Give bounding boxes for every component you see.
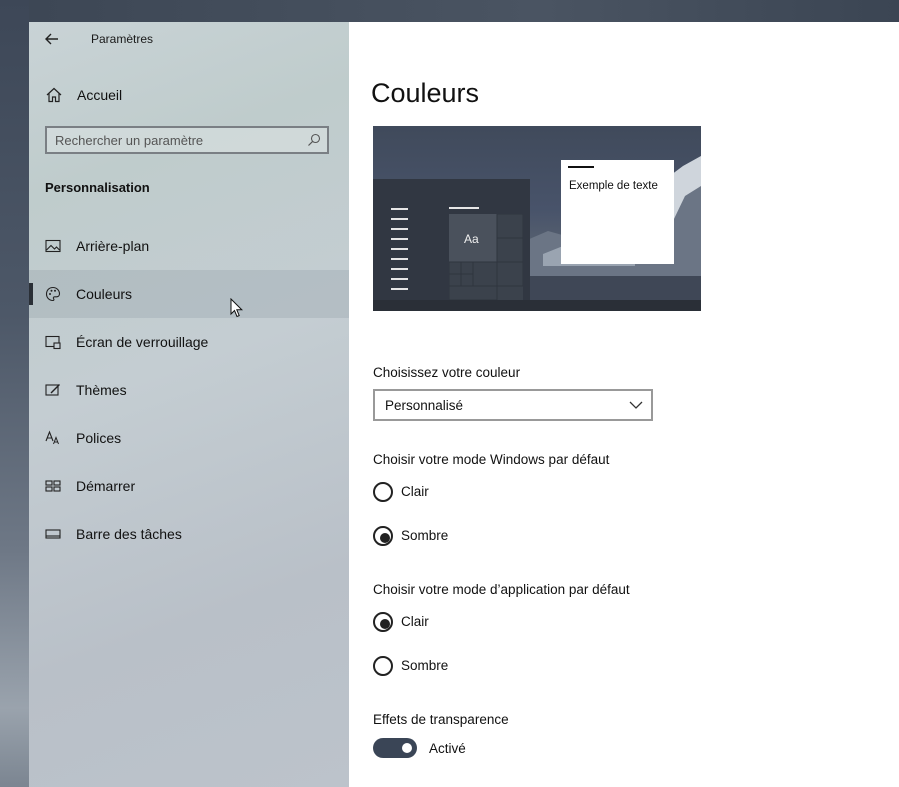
search-box: [45, 126, 329, 154]
theme-preview: Aa Exemple de texte: [373, 126, 701, 311]
app-title: Paramètres: [91, 32, 154, 46]
sidebar-item-label: Couleurs: [76, 286, 133, 302]
color-choice-dropdown[interactable]: Personnalisé: [373, 389, 653, 421]
sidebar-item-label: Polices: [76, 430, 122, 446]
sidebar-item-themes[interactable]: Thèmes: [29, 366, 349, 414]
desktop-background-left: [0, 0, 29, 787]
transparency-label: Effets de transparence: [373, 712, 509, 727]
sidebar-item-background[interactable]: Arrière-plan: [29, 222, 349, 270]
preview-tile-header: [449, 207, 479, 209]
themes-icon: [45, 384, 60, 396]
app-mode-dark-radio[interactable]: Sombre: [373, 656, 593, 680]
radio-label: Clair: [401, 614, 429, 629]
settings-window: Paramètres Accueil Personnalisation Arr: [29, 22, 899, 787]
chevron-down-icon: [629, 401, 643, 409]
preview-menu-lines: [391, 208, 408, 298]
taskbar-icon: [45, 529, 61, 539]
radio-circle: [373, 482, 393, 502]
app-mode-label: Choisir votre mode d’application par déf…: [373, 582, 630, 597]
home-label: Accueil: [77, 87, 123, 103]
desktop-background-top: [0, 0, 899, 22]
app-mode-light-radio[interactable]: Clair: [373, 612, 593, 636]
radio-circle: [373, 612, 393, 632]
preview-window-titlebar: [568, 166, 594, 168]
dropdown-value: Personnalisé: [385, 398, 464, 413]
search-input[interactable]: [55, 131, 295, 149]
titlebar: Paramètres: [29, 22, 349, 54]
start-icon: [45, 480, 61, 492]
sidebar-item-fonts[interactable]: Polices: [29, 414, 349, 462]
radio-label: Sombre: [401, 528, 449, 543]
home-icon: [46, 87, 62, 103]
sidebar-item-colors[interactable]: Couleurs: [29, 270, 349, 318]
section-label: Personnalisation: [45, 180, 150, 195]
preview-window: Exemple de texte: [561, 160, 674, 264]
main-content: Couleurs Aa Exemple de texte Choisissez …: [349, 22, 899, 787]
sidebar-item-start[interactable]: Démarrer: [29, 462, 349, 510]
sidebar-item-label: Barre des tâches: [76, 526, 182, 542]
sidebar-item-taskbar[interactable]: Barre des tâches: [29, 510, 349, 558]
radio-circle: [373, 656, 393, 676]
page-title: Couleurs: [371, 78, 480, 108]
sidebar: Paramètres Accueil Personnalisation Arr: [29, 22, 349, 787]
fonts-icon: [45, 430, 59, 445]
sidebar-item-label: Démarrer: [76, 478, 136, 494]
color-choice-label: Choisissez votre couleur: [373, 365, 521, 380]
preview-sample-text: Exemple de texte: [569, 180, 658, 192]
sidebar-item-lock-screen[interactable]: Écran de verrouillage: [29, 318, 349, 366]
transparency-toggle[interactable]: [373, 738, 417, 758]
radio-dot: [380, 619, 390, 629]
sidebar-nav: Arrière-plan Couleurs Écran de verrouill…: [29, 222, 349, 558]
radio-label: Clair: [401, 484, 429, 499]
sidebar-item-home[interactable]: Accueil: [29, 78, 349, 112]
sidebar-item-label: Écran de verrouillage: [76, 334, 209, 350]
radio-circle: [373, 526, 393, 546]
transparency-state: Activé: [429, 741, 466, 756]
palette-icon: [45, 286, 61, 302]
windows-mode-dark-radio[interactable]: Sombre: [373, 526, 593, 550]
sidebar-item-label: Arrière-plan: [76, 238, 150, 254]
preview-tile-text: Aa: [464, 232, 479, 246]
radio-label: Sombre: [401, 658, 449, 673]
back-arrow-icon: [45, 33, 58, 45]
back-button[interactable]: [41, 28, 63, 50]
preview-taskbar: [373, 300, 701, 311]
mouse-cursor-icon: [230, 298, 244, 318]
windows-mode-light-radio[interactable]: Clair: [373, 482, 593, 506]
search-icon[interactable]: [307, 133, 321, 147]
lock-screen-icon: [45, 335, 61, 350]
toggle-knob: [402, 743, 412, 753]
image-icon: [45, 239, 61, 253]
radio-dot: [380, 533, 390, 543]
sidebar-item-label: Thèmes: [76, 382, 127, 398]
preview-tiles: [449, 214, 523, 300]
windows-mode-label: Choisir votre mode Windows par défaut: [373, 452, 610, 467]
